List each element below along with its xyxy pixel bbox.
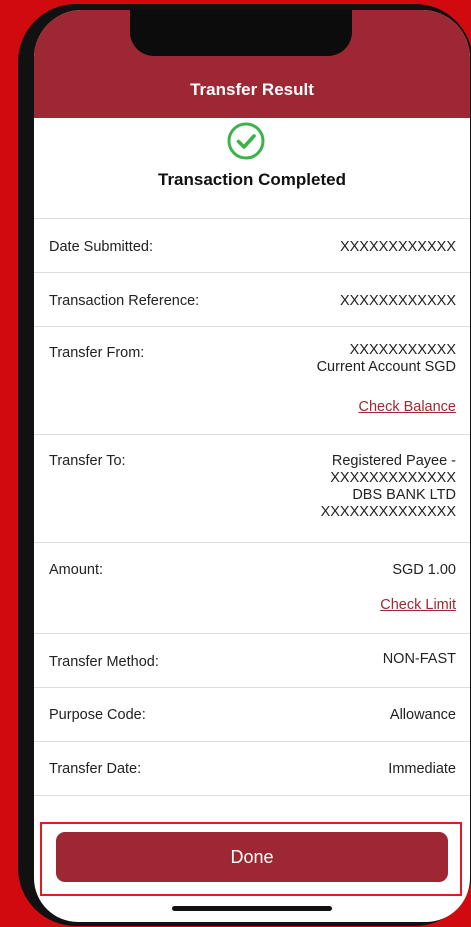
transfer-to-account-number: XXXXXXXXXXXXX xyxy=(330,470,456,486)
phone-notch xyxy=(130,10,352,56)
divider xyxy=(34,326,470,327)
header-bar: Transfer Result xyxy=(34,10,470,118)
transaction-reference-label: Transaction Reference: xyxy=(49,293,200,309)
transfer-from-label: Transfer From: xyxy=(49,345,145,361)
divider xyxy=(34,272,470,273)
done-button[interactable]: Done xyxy=(56,832,448,882)
transfer-method-value: NON-FAST xyxy=(382,651,456,667)
transfer-to-reference: XXXXXXXXXXXXXX xyxy=(320,504,456,520)
transaction-reference-value: XXXXXXXXXXXX xyxy=(339,293,456,309)
transfer-to-label: Transfer To: xyxy=(49,453,126,469)
purpose-code-label: Purpose Code: xyxy=(49,707,146,723)
divider xyxy=(34,633,470,634)
transfer-from-account-number: XXXXXXXXXXX xyxy=(349,342,456,358)
page-title: Transfer Result xyxy=(190,80,314,99)
divider xyxy=(34,542,470,543)
divider xyxy=(34,687,470,688)
transfer-from-value: XXXXXXXXXXX Current Account SGD xyxy=(317,342,456,376)
date-submitted-label: Date Submitted: xyxy=(49,239,153,255)
check-balance-link[interactable]: Check Balance xyxy=(358,399,456,415)
status-text: Transaction Completed xyxy=(158,170,346,189)
check-circle-icon xyxy=(227,122,265,160)
purpose-code-value: Allowance xyxy=(389,707,456,723)
transfer-to-payee-type: Registered Payee - xyxy=(331,453,456,469)
check-limit-link[interactable]: Check Limit xyxy=(380,597,456,613)
screen: Transfer Result Transaction Completed Da… xyxy=(34,10,470,922)
transfer-from-account-type: Current Account SGD xyxy=(316,359,456,375)
divider xyxy=(34,741,470,742)
transfer-method-label: Transfer Method: xyxy=(49,654,159,670)
transfer-to-value: Registered Payee - XXXXXXXXXXXXX DBS BAN… xyxy=(321,453,456,521)
transfer-date-value: Immediate xyxy=(388,761,456,777)
transfer-date-label: Transfer Date: xyxy=(49,761,142,777)
amount-label: Amount: xyxy=(49,562,103,578)
divider xyxy=(34,218,470,219)
home-indicator xyxy=(172,906,332,911)
divider xyxy=(34,434,470,435)
date-submitted-value: XXXXXXXXXXXX xyxy=(339,239,456,255)
transfer-to-bank-name: DBS BANK LTD xyxy=(352,487,456,503)
amount-value: SGD 1.00 xyxy=(392,562,456,578)
divider xyxy=(34,795,470,796)
